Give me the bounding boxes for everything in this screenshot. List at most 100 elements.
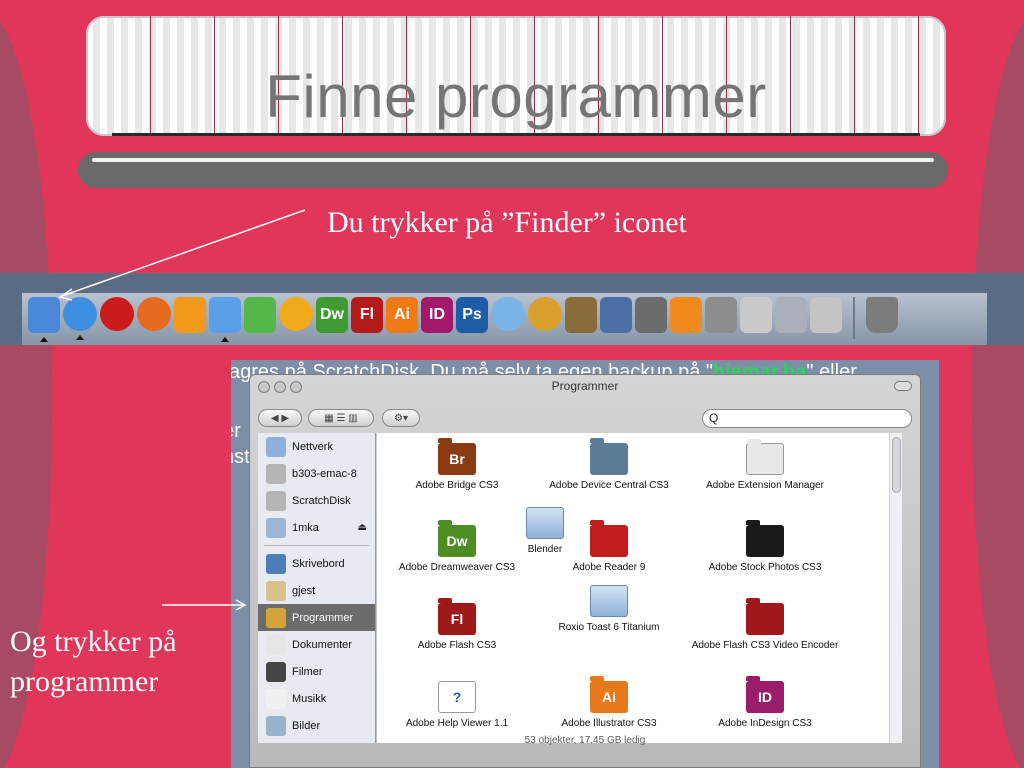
view-mode-buttons[interactable]: ▦ ☰ ▥ (308, 409, 374, 427)
app-item[interactable]: ID Adobe InDesign CS3 (685, 676, 845, 730)
dock: Dw Fl Ai ID Ps (0, 273, 1024, 345)
firefox-icon[interactable] (137, 297, 171, 331)
app-icon-badge: Ai (602, 688, 616, 705)
sidebar-item-1mka[interactable]: 1mka ⏏ (258, 514, 375, 541)
sidebar-item-gjest[interactable]: gjest (258, 577, 375, 604)
sidebar-item-filmer[interactable]: Filmer (258, 658, 375, 685)
app-item-label: Roxio Toast 6 Titanium (558, 622, 660, 633)
sidebar-item-nettverk[interactable]: Nettverk (258, 433, 375, 460)
app-item-label: Adobe Help Viewer 1.1 (405, 718, 509, 729)
app-item[interactable]: ? Adobe Help Viewer 1.1 (377, 681, 537, 730)
app-item[interactable]: Ai Adobe Illustrator CS3 (529, 676, 689, 730)
keynote-icon[interactable] (209, 297, 241, 342)
app-item-label: Adobe Device Central CS3 (549, 480, 669, 491)
app-item-label: Adobe Flash CS3 (417, 640, 497, 651)
sidebar-item-musikk[interactable]: Musikk (258, 685, 375, 712)
vertical-scrollbar[interactable] (889, 433, 902, 743)
app-item-label: Adobe Reader 9 (572, 562, 646, 573)
app-item[interactable]: Br Adobe Bridge CS3 (377, 438, 537, 492)
back-forward-buttons[interactable]: ◀ ▶ (258, 409, 302, 427)
sidebar-item-label: Filmer (292, 665, 323, 678)
window-title: Programmer (551, 379, 619, 393)
preview-icon[interactable] (775, 297, 807, 333)
dock-icon-label: Ps (462, 306, 482, 323)
app-icon: Dw (438, 520, 476, 557)
disk-icon (266, 490, 286, 511)
app-icon (746, 439, 784, 475)
iphoto-icon[interactable] (565, 297, 597, 333)
desktop-icon (266, 553, 286, 574)
dock-icon-label: Fl (359, 306, 375, 323)
clapper-icon[interactable] (635, 297, 667, 333)
app-item[interactable]: Adobe Flash CS3 Video Encoder (685, 598, 845, 652)
app-icon (746, 598, 784, 635)
slide-title: Finne programmer (265, 63, 767, 130)
toolbar-toggle-button[interactable] (894, 381, 912, 391)
app-item[interactable]: Fl Adobe Flash CS3 (377, 598, 537, 652)
sidebar-item-label: b303-emac-8 (292, 467, 357, 480)
background-fragment: nst (231, 446, 250, 468)
eject-icon[interactable]: ⏏ (358, 522, 367, 533)
sidebar-item-scratchdisk[interactable]: ScratchDisk (258, 487, 375, 514)
app-icon-badge: ID (758, 688, 772, 705)
blender-icon[interactable] (670, 297, 702, 333)
app-icon: Ai (590, 676, 628, 713)
itunes-icon[interactable] (491, 297, 525, 331)
sidebar-item-label: Nettverk (292, 440, 333, 453)
network-icon (266, 436, 286, 457)
documents-icon (266, 634, 286, 655)
dock-separator (853, 297, 855, 339)
photoshop-icon[interactable]: Ps (456, 297, 488, 333)
safari-icon[interactable] (63, 297, 97, 340)
system-preferences-icon[interactable] (810, 297, 842, 333)
sidebar-item-b303-emac-8[interactable]: b303-emac-8 (258, 460, 375, 487)
app-item[interactable]: Adobe Device Central CS3 (529, 438, 689, 492)
app-item-label: Adobe Dreamweaver CS3 (398, 562, 516, 573)
swf-icon[interactable] (279, 297, 313, 331)
search-input[interactable]: Q (702, 409, 912, 428)
dreamweaver-icon[interactable]: Dw (316, 297, 348, 333)
app-item[interactable]: Roxio Toast 6 Titanium (529, 585, 689, 634)
app-icon: ID (746, 676, 784, 713)
sidebar-separator (264, 545, 369, 546)
flash-icon[interactable]: Fl (351, 297, 383, 333)
decorative-line (92, 158, 934, 162)
running-indicator (76, 335, 84, 340)
title-banner: Finne programmer (86, 16, 946, 136)
illustrator-icon[interactable]: Ai (386, 297, 418, 333)
scrollbar-thumb[interactable] (892, 437, 901, 493)
numbers-icon[interactable] (244, 297, 276, 333)
lock-icon[interactable] (740, 297, 772, 333)
sidebar-item-programmer[interactable]: Programmer (258, 604, 375, 631)
app-item-label: Adobe Illustrator CS3 (561, 718, 657, 729)
sidebar-item-skrivebord[interactable]: Skrivebord (258, 550, 375, 577)
sidebar-item-label: Programmer (292, 611, 354, 624)
sidebar-item-dokumenter[interactable]: Dokumenter (258, 631, 375, 658)
search-icon: Q (709, 411, 719, 425)
running-indicator (221, 337, 229, 342)
home-icon (266, 580, 286, 601)
app-item[interactable]: Adobe Extension Manager (685, 439, 845, 492)
app-item-label: Adobe InDesign CS3 (718, 718, 812, 729)
indesign-icon[interactable]: ID (421, 297, 453, 333)
dock-icon-row: Dw Fl Ai ID Ps (28, 297, 898, 342)
dock-icon-label: Dw (320, 306, 344, 323)
dock-icon-label: ID (429, 306, 445, 323)
app-item[interactable]: Adobe Reader 9 (529, 520, 689, 574)
toast-icon[interactable] (528, 297, 562, 331)
opera-icon[interactable] (100, 297, 134, 331)
trash-icon[interactable] (866, 297, 898, 333)
disk-icon (266, 463, 286, 484)
sidebar-item-label: Musikk (292, 692, 327, 705)
status-bar: 53 objekter, 17,45 GB ledig (524, 735, 646, 746)
app-item[interactable]: Adobe Stock Photos CS3 (685, 520, 845, 574)
action-menu-button[interactable]: ⚙▾ (382, 409, 420, 427)
app-item[interactable]: Dw Adobe Dreamweaver CS3 (377, 520, 537, 574)
file-grid: Br Adobe Bridge CS3 Adobe Device Central C… (377, 433, 902, 743)
pages-icon[interactable] (174, 297, 206, 333)
finder-icon[interactable] (28, 297, 60, 342)
imovie-icon[interactable] (600, 297, 632, 333)
app-icon: Br (438, 438, 476, 475)
applications-icon (266, 607, 286, 628)
utility-icon[interactable] (705, 297, 737, 333)
